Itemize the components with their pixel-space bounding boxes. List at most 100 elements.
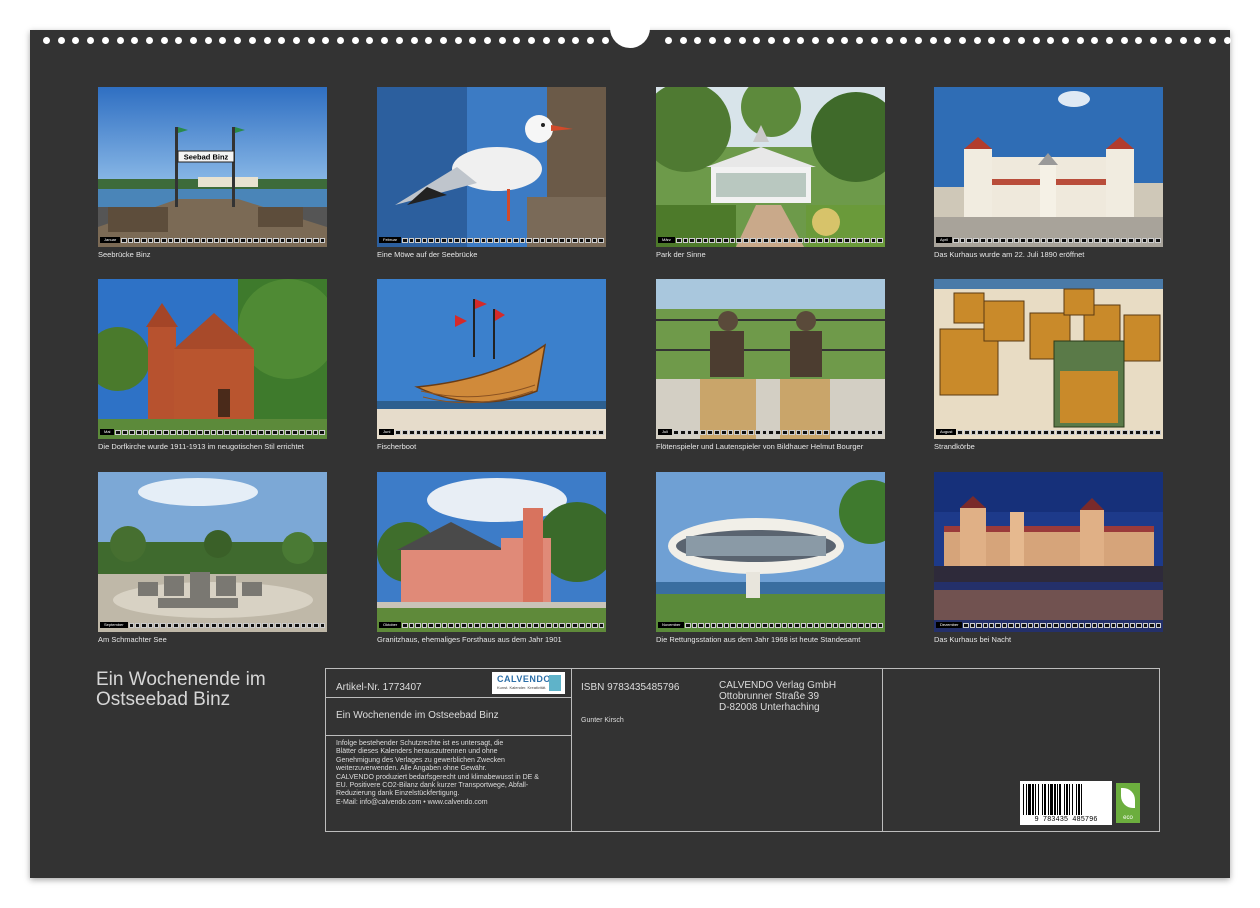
day-cell [319, 429, 326, 435]
day-cell [749, 237, 756, 243]
day-cell [519, 237, 526, 243]
day-cell [493, 237, 500, 243]
barcode-bar [1042, 784, 1043, 815]
day-cell [200, 237, 207, 243]
day-cell [749, 622, 755, 628]
day-cell [533, 622, 539, 628]
day-cell [244, 429, 251, 435]
day-cell [584, 429, 591, 435]
day-cell [544, 429, 550, 435]
day-cell [506, 622, 513, 628]
binding-hole [601, 37, 609, 44]
month-strip: November [658, 622, 884, 628]
isbn: ISBN 9783435485796 [581, 682, 680, 693]
day-cell [1067, 237, 1074, 243]
day-cell [520, 622, 526, 628]
legal-line: Infolge bestehender Schutzrechte ist es … [336, 740, 504, 747]
day-cell [775, 429, 782, 435]
pier-sign-text: Seebad Binz [184, 153, 229, 162]
binding-hole [679, 37, 687, 44]
day-cell [743, 622, 749, 628]
day-cell [141, 622, 147, 628]
day-cell [550, 429, 557, 435]
day-cell [1072, 622, 1078, 628]
day-cell [864, 622, 871, 628]
day-cell [415, 429, 422, 435]
article-number: Artikel-Nr. 1773407 [336, 682, 422, 693]
day-cell [782, 429, 788, 435]
day-cell [1094, 237, 1101, 243]
day-cell [1136, 622, 1142, 628]
binding-hole [1091, 37, 1099, 44]
day-cell [402, 622, 408, 628]
day-cell [837, 237, 843, 243]
calendar-title-line: Ein Wochenende im [96, 669, 266, 690]
day-cell [983, 429, 990, 435]
binding-hole [797, 37, 805, 44]
day-cell [832, 622, 839, 628]
day-cell [768, 429, 775, 435]
legal-line: Reduzierung dank Einzelstückfertigung. [336, 790, 460, 798]
day-cell [220, 237, 226, 243]
publisher-line: D-82008 Unterhaching [719, 702, 820, 713]
calendar-title: Ein Wochenende im Ostseebad Binz [96, 670, 316, 710]
day-cell [1013, 237, 1020, 243]
day-cell [134, 237, 141, 243]
day-cell [266, 237, 273, 243]
month-label: Juli [658, 429, 673, 435]
binding-hole [278, 37, 286, 44]
photo-maerz: März [656, 87, 885, 247]
day-cell [500, 622, 506, 628]
day-cell [258, 429, 264, 435]
month-label: Dezember [936, 622, 963, 628]
day-cell [843, 237, 850, 243]
day-cell [249, 622, 256, 628]
day-cell [693, 429, 700, 435]
day-cell [977, 429, 983, 435]
eco-badge: eco [1116, 783, 1140, 823]
day-cell [1085, 622, 1091, 628]
day-cell [539, 622, 546, 628]
binding-hole [1194, 37, 1202, 44]
month-strip: Dezember [936, 622, 1162, 628]
day-cell [513, 237, 519, 243]
day-cell [441, 237, 447, 243]
month-strip: August [936, 429, 1161, 435]
day-cell [795, 429, 802, 435]
day-cell [160, 237, 167, 243]
day-cell [993, 237, 1000, 243]
day-cell [539, 237, 546, 243]
day-cell [449, 429, 456, 435]
day-cell [1080, 237, 1087, 243]
binding-hole [870, 37, 878, 44]
day-cell [1128, 237, 1134, 243]
day-cell [428, 622, 434, 628]
month-label: Februar [379, 237, 402, 243]
day-cell [442, 429, 449, 435]
day-cell [976, 622, 982, 628]
day-cell [756, 237, 763, 243]
binding-hole [542, 37, 550, 44]
day-cell [526, 622, 533, 628]
leaf-icon [1121, 788, 1135, 808]
day-cell [1000, 237, 1006, 243]
day-cell [852, 622, 858, 628]
day-cell [210, 429, 217, 435]
day-cell [736, 237, 743, 243]
day-cell [1142, 622, 1149, 628]
product-info-box: Artikel-Nr. 1773407 CALVENDO Kunst. Kale… [325, 668, 1160, 832]
day-cell [474, 622, 480, 628]
binding-hole [101, 37, 109, 44]
photo-november: November [656, 472, 885, 632]
day-cell [1104, 622, 1110, 628]
binding-hole [782, 37, 790, 44]
day-cell [169, 429, 176, 435]
day-cell [776, 237, 783, 243]
binding-hole [1164, 37, 1172, 44]
day-cell [598, 429, 605, 435]
day-cell [546, 622, 552, 628]
day-cell [986, 237, 993, 243]
day-cell [156, 429, 163, 435]
day-cell [675, 237, 682, 243]
binding-hole [1150, 37, 1158, 44]
